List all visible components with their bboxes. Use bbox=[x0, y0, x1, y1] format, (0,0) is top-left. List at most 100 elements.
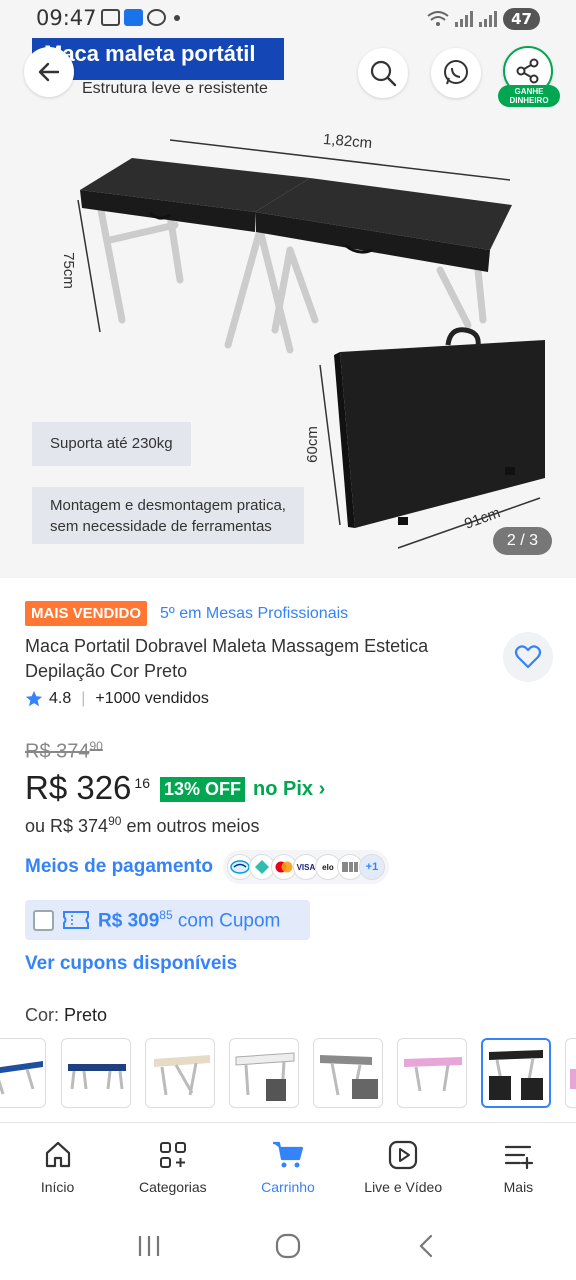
arrow-left-icon bbox=[38, 62, 60, 82]
image-page-indicator: 2 / 3 bbox=[493, 527, 552, 555]
whatsapp-icon bbox=[444, 60, 468, 85]
search-button[interactable] bbox=[358, 48, 408, 98]
payment-icons: VISA elo +1 bbox=[222, 850, 389, 884]
rating-value: 4.8 bbox=[49, 690, 72, 707]
signal-icon-1 bbox=[455, 11, 474, 27]
clock: 09:47 bbox=[36, 6, 97, 30]
more-notifications-dot bbox=[174, 15, 180, 21]
discount-badge: 13% OFF bbox=[160, 777, 246, 802]
whatsapp-share-button[interactable] bbox=[431, 48, 481, 98]
nav-categories-label: Categorias bbox=[138, 1179, 207, 1195]
play-video-icon bbox=[389, 1140, 418, 1170]
home-icon bbox=[45, 1141, 70, 1168]
dimension-height: 75cm bbox=[59, 252, 77, 289]
current-price-row: R$ 326 16 13% OFF no Pix › bbox=[25, 769, 325, 807]
pix-label: no Pix bbox=[253, 778, 314, 800]
app-notification-icon bbox=[124, 9, 143, 26]
variant-more-partial[interactable] bbox=[565, 1038, 576, 1108]
earn-badge-line1: GANHE bbox=[514, 87, 544, 96]
nav-cart[interactable]: Carrinho bbox=[230, 1123, 345, 1212]
whatsapp-notification-icon bbox=[147, 9, 166, 26]
recent-apps-icon[interactable] bbox=[136, 1234, 162, 1258]
category-rank-link[interactable]: 5º em Mesas Profissionais bbox=[160, 605, 348, 623]
nav-more-label: Mais bbox=[503, 1179, 534, 1195]
nav-live-video-label: Live e Vídeo bbox=[364, 1179, 443, 1195]
feature-weight-box: Suporta até 230kg bbox=[32, 422, 191, 466]
bottom-navigation: Início Categorias Carrinho Live e Vídeo … bbox=[0, 1122, 576, 1212]
alternate-price: ou R$ 37490 em outros meios bbox=[25, 814, 260, 837]
nav-home-label: Início bbox=[40, 1179, 75, 1195]
nav-more[interactable]: Mais bbox=[461, 1123, 576, 1212]
alt-price-value: ou R$ 374 bbox=[25, 816, 109, 836]
menu-more-icon bbox=[505, 1145, 534, 1170]
variant-navy[interactable] bbox=[61, 1038, 131, 1108]
photo-notification-icon bbox=[101, 9, 120, 26]
original-price-cents: 90 bbox=[89, 739, 103, 753]
feature-weight-text: Suporta até 230kg bbox=[50, 435, 173, 452]
back-chevron-icon[interactable] bbox=[414, 1233, 440, 1259]
color-label: Cor: Preto bbox=[25, 1005, 107, 1026]
nav-home[interactable]: Início bbox=[0, 1123, 115, 1212]
cart-icon bbox=[273, 1141, 304, 1168]
battery-level: 47 bbox=[503, 8, 540, 30]
view-coupons-link[interactable]: Ver cupons disponíveis bbox=[25, 953, 237, 975]
notification-icons bbox=[101, 9, 180, 26]
product-badges: MAIS VENDIDO 5º em Mesas Profissionais bbox=[25, 601, 348, 626]
coupon-text: R$ 30985 com Cupom bbox=[98, 908, 280, 932]
product-image-gallery[interactable]: Maca maleta portátil Estrutura leve e re… bbox=[0, 0, 576, 578]
earn-badge-line2: DINHEIRO bbox=[509, 96, 549, 105]
categories-icon bbox=[159, 1142, 186, 1168]
heart-icon bbox=[514, 645, 542, 669]
nav-categories[interactable]: Categorias bbox=[115, 1123, 230, 1212]
dimension-case-height: 60cm bbox=[303, 426, 321, 463]
rating-summary[interactable]: 4.8 | +1000 vendidos bbox=[25, 690, 209, 708]
home-circle-icon[interactable] bbox=[275, 1233, 301, 1259]
nav-live-video[interactable]: Live e Vídeo bbox=[346, 1123, 461, 1212]
share-icon bbox=[516, 58, 539, 84]
payment-methods-link[interactable]: Meios de pagamento bbox=[25, 856, 213, 878]
search-icon bbox=[370, 60, 397, 87]
original-price: R$ 37490 bbox=[25, 739, 103, 764]
coupon-price-cents: 85 bbox=[159, 907, 173, 922]
sold-count: +1000 vendidos bbox=[95, 690, 209, 707]
variant-beige[interactable] bbox=[145, 1038, 215, 1108]
best-seller-badge: MAIS VENDIDO bbox=[25, 601, 148, 626]
payment-methods-row[interactable]: Meios de pagamento VISA elo +1 bbox=[25, 850, 389, 884]
signal-icon-2 bbox=[479, 11, 498, 27]
product-title: Maca Portatil Dobravel Maleta Massagem E… bbox=[25, 636, 429, 681]
wifi-icon bbox=[427, 11, 449, 26]
coupon-checkbox[interactable] bbox=[33, 909, 54, 931]
variant-blue-partial[interactable] bbox=[0, 1038, 46, 1108]
chevron-right-icon: › bbox=[318, 778, 326, 800]
feature-assembly-line1: Montagem e desmontagem pratica, bbox=[50, 497, 286, 514]
more-payment-count: +1 bbox=[358, 854, 385, 880]
original-price-value: R$ 374 bbox=[25, 740, 90, 763]
color-selected-value: Preto bbox=[64, 1005, 108, 1025]
color-variant-list[interactable] bbox=[0, 1036, 576, 1110]
feature-assembly-line2: sem necessidade de ferramentas bbox=[50, 518, 272, 535]
variant-white[interactable] bbox=[229, 1038, 299, 1108]
rating-separator: | bbox=[81, 690, 86, 707]
alt-price-suffix: em outros meios bbox=[121, 816, 260, 836]
image-banner-subtitle: Estrutura leve e resistente bbox=[82, 80, 268, 97]
coupon-toggle[interactable]: R$ 30985 com Cupom bbox=[25, 900, 310, 940]
current-price-cents: 16 bbox=[134, 775, 150, 791]
back-button[interactable] bbox=[24, 47, 74, 97]
nav-cart-label: Carrinho bbox=[261, 1179, 315, 1195]
feature-assembly-box: Montagem e desmontagem pratica, sem nece… bbox=[32, 487, 304, 544]
current-price: R$ 326 bbox=[25, 769, 132, 806]
pix-link[interactable]: no Pix › bbox=[253, 778, 325, 801]
system-navigation-bar bbox=[0, 1212, 576, 1280]
coupon-price: R$ 309 bbox=[98, 910, 160, 932]
alt-price-cents: 90 bbox=[108, 814, 122, 828]
star-icon bbox=[25, 690, 43, 707]
variant-black-selected[interactable] bbox=[481, 1038, 551, 1108]
color-label-prefix: Cor: bbox=[25, 1005, 60, 1025]
favorite-button[interactable] bbox=[503, 632, 553, 682]
status-bar: 09:47 47 bbox=[0, 0, 576, 38]
coupon-suffix: com Cupom bbox=[172, 910, 281, 932]
variant-gray[interactable] bbox=[313, 1038, 383, 1108]
earn-money-badge: GANHE DINHEIRO bbox=[498, 85, 560, 107]
coupon-ticket-icon bbox=[63, 911, 89, 929]
variant-pink[interactable] bbox=[397, 1038, 467, 1108]
